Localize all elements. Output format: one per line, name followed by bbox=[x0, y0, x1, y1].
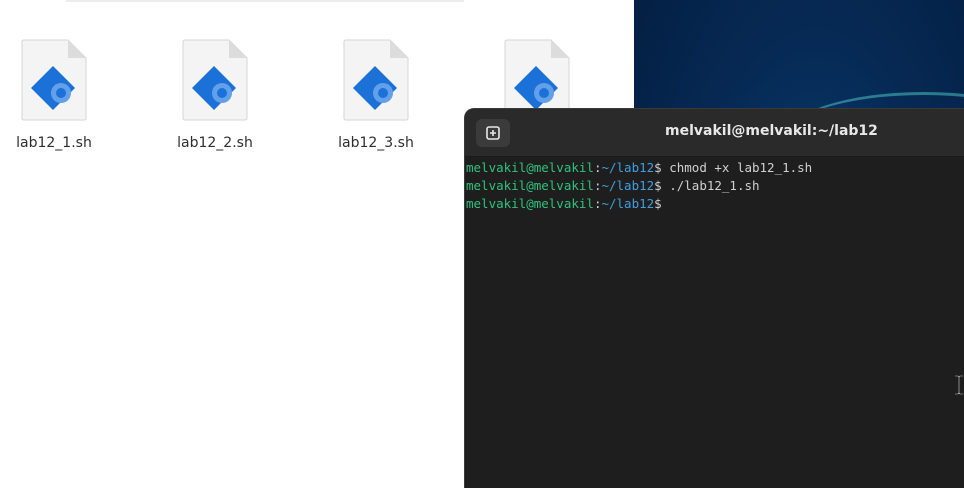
command-text: chmod +x lab12_1.sh bbox=[669, 160, 813, 175]
terminal-window[interactable]: melvakil@melvakil:~/lab12 melvakil@melva… bbox=[464, 108, 964, 488]
file-item[interactable]: lab12_2.sh bbox=[161, 36, 261, 156]
new-tab-button[interactable] bbox=[476, 119, 510, 147]
prompt-symbol: $ bbox=[654, 160, 670, 175]
file-name: lab12_3.sh bbox=[338, 135, 414, 151]
terminal-output[interactable]: melvakil@melvakil:~/lab12$ chmod +x lab1… bbox=[466, 159, 964, 213]
command-text: ./lab12_1.sh bbox=[669, 178, 760, 193]
terminal-title: melvakil@melvakil:~/lab12 bbox=[665, 123, 878, 139]
file-name: lab12_1.sh bbox=[16, 135, 92, 151]
terminal-line: melvakil@melvakil:~/lab12$ bbox=[466, 195, 964, 213]
shell-script-file-icon bbox=[182, 39, 248, 121]
prompt-symbol: $ bbox=[654, 178, 670, 193]
new-tab-icon bbox=[486, 126, 500, 140]
prompt-path: ~/lab12 bbox=[601, 160, 655, 175]
prompt-user: melvakil@melvakil bbox=[466, 196, 594, 211]
prompt-user: melvakil@melvakil bbox=[466, 178, 594, 193]
terminal-line: melvakil@melvakil:~/lab12$ ./lab12_1.sh bbox=[466, 177, 964, 195]
prompt-user: melvakil@melvakil bbox=[466, 160, 594, 175]
text-cursor-icon bbox=[955, 375, 963, 395]
file-name: lab12_2.sh bbox=[177, 135, 253, 151]
terminal-header-bar: melvakil@melvakil:~/lab12 bbox=[465, 109, 964, 157]
path-bar bbox=[66, 0, 464, 2]
shell-script-file-icon bbox=[21, 39, 87, 121]
shell-script-file-icon bbox=[343, 39, 409, 121]
prompt-symbol: $ bbox=[654, 196, 662, 211]
terminal-line: melvakil@melvakil:~/lab12$ chmod +x lab1… bbox=[466, 159, 964, 177]
prompt-path: ~/lab12 bbox=[601, 178, 655, 193]
file-item[interactable]: lab12_1.sh bbox=[0, 36, 100, 156]
file-item[interactable]: lab12_3.sh bbox=[322, 36, 422, 156]
desktop: lab12_1.sh lab12_2.sh lab12_3.sh melvaki… bbox=[0, 0, 964, 488]
prompt-path: ~/lab12 bbox=[601, 196, 655, 211]
